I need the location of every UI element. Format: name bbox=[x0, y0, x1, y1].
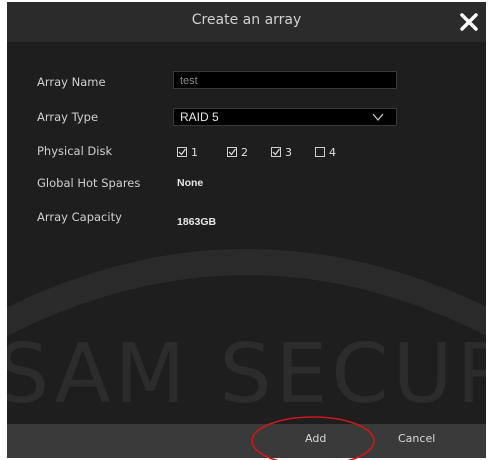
highlight-circle bbox=[251, 416, 375, 460]
